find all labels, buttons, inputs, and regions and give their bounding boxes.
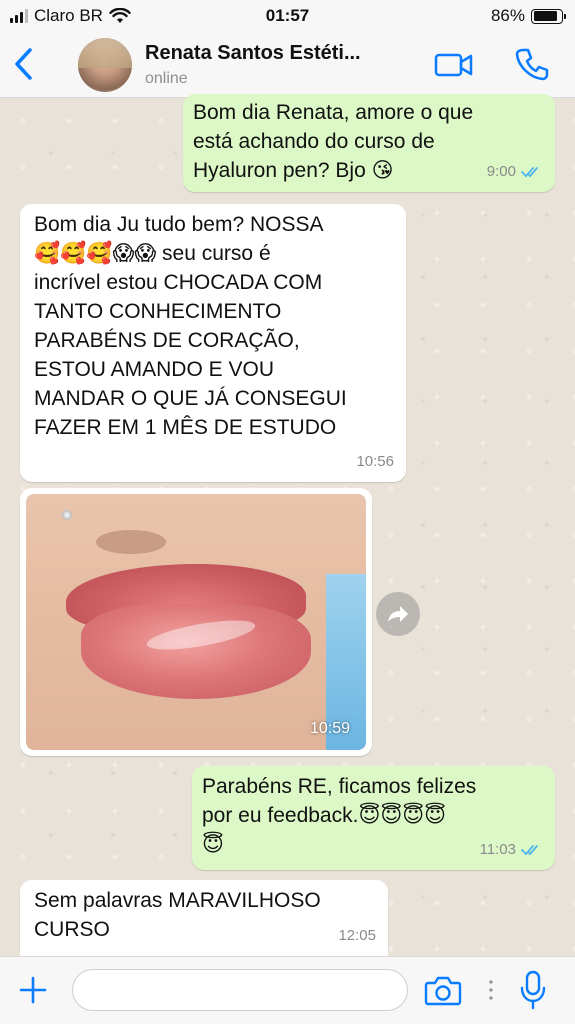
- message-text: Sem palavras MARAVILHOSO CURSO: [34, 889, 321, 941]
- chat-area[interactable]: Bom dia Renata, amore o que está achando…: [0, 94, 575, 956]
- message-bubble-incoming[interactable]: Bom dia Ju tudo bem? NOSSA 🥰🥰🥰😱😱 seu cur…: [20, 204, 406, 482]
- forward-arrow-icon: [388, 606, 408, 622]
- forward-button[interactable]: [376, 592, 420, 636]
- avatar[interactable]: [78, 38, 132, 92]
- status-bar: Claro BR 01:57 86%: [0, 0, 575, 32]
- back-chevron-icon[interactable]: [10, 46, 40, 82]
- nose-piercing: [62, 510, 72, 520]
- read-ticks-icon: [521, 844, 538, 855]
- camera-icon[interactable]: [424, 973, 462, 1007]
- chat-header: Renata Santos Estéti... online: [0, 32, 575, 98]
- message-time: 12:05: [338, 927, 376, 944]
- clock: 01:57: [265, 6, 310, 25]
- message-meta: 11:03: [480, 835, 543, 864]
- lip-filler-photo[interactable]: 10:59: [26, 494, 366, 750]
- battery-icon: [531, 8, 566, 24]
- message-meta: 12:05: [338, 921, 376, 950]
- message-time: 11:03: [479, 841, 516, 858]
- message-bubble-outgoing[interactable]: Bom dia Renata, amore o que está achando…: [183, 94, 555, 192]
- microphone-icon[interactable]: [518, 969, 548, 1011]
- message-bubble-incoming[interactable]: Sem palavras MARAVILHOSO CURSO 12:05: [20, 880, 388, 956]
- read-ticks-icon: [521, 166, 538, 177]
- message-meta: 10:56: [356, 447, 394, 476]
- message-bubble-outgoing[interactable]: Parabéns RE, ficamos felizes por eu feed…: [192, 766, 555, 870]
- plus-icon[interactable]: [18, 975, 48, 1005]
- battery-percent: 86%: [490, 6, 525, 25]
- video-call-icon[interactable]: [434, 50, 474, 80]
- message-meta: 9:00: [487, 157, 543, 186]
- status-right: 86%: [490, 6, 566, 26]
- photo-time: 10:59: [309, 720, 350, 737]
- contact-status: online: [145, 70, 188, 87]
- contact-name[interactable]: Renata Santos Estéti...: [145, 42, 361, 65]
- photo-message[interactable]: 10:59: [20, 488, 372, 756]
- input-bar: [0, 956, 575, 1024]
- lower-lip: [81, 604, 311, 699]
- message-time: 9:00: [486, 163, 516, 180]
- message-text: Bom dia Ju tudo bem? NOSSA 🥰🥰🥰😱😱 seu cur…: [34, 213, 347, 439]
- message-time: 10:56: [356, 453, 394, 470]
- message-input[interactable]: [72, 969, 408, 1011]
- more-dots-icon: [489, 980, 493, 1000]
- phone-icon[interactable]: [514, 46, 550, 82]
- battery-fill: [533, 11, 557, 21]
